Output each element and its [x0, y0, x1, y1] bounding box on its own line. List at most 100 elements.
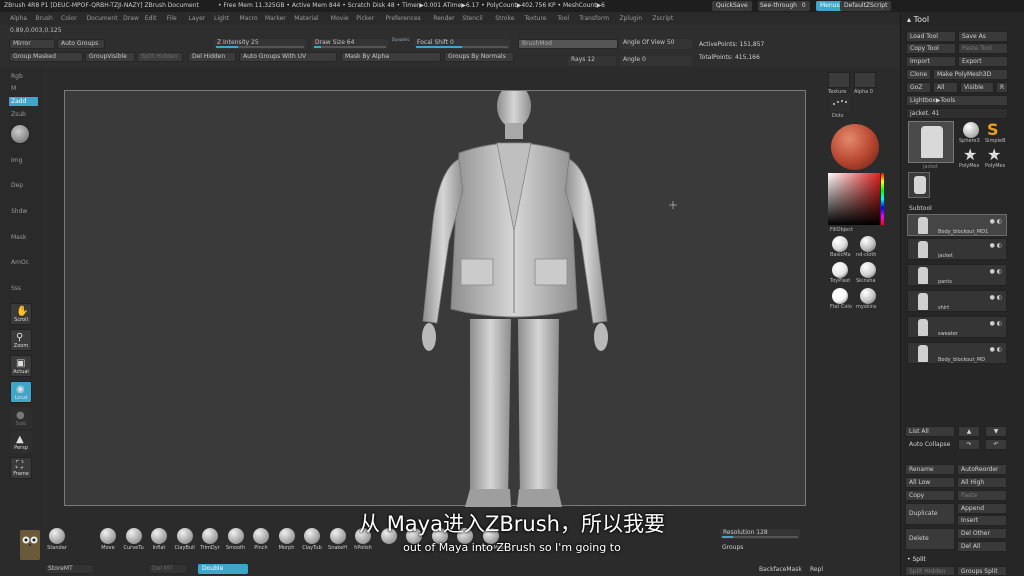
- mirror-button[interactable]: Mirror: [9, 39, 55, 49]
- simplebrush-icon[interactable]: S: [987, 120, 999, 139]
- menu-item-marker[interactable]: Marker: [265, 15, 286, 22]
- group-masked-button[interactable]: Group Masked: [9, 52, 83, 62]
- subtool-item[interactable]: jacket ● ◐: [907, 238, 1007, 260]
- menu-item-stroke[interactable]: Stroke: [495, 15, 514, 22]
- repl-button[interactable]: Repl: [810, 566, 823, 573]
- sphere3d-icon[interactable]: [963, 122, 979, 138]
- mask-by-alpha-button[interactable]: Mask By Alpha: [341, 52, 441, 62]
- double-button[interactable]: Double: [198, 564, 248, 574]
- groups-by-normals-button[interactable]: Groups By Normals: [444, 52, 514, 62]
- texture-slot[interactable]: [828, 72, 850, 88]
- menu-item-transform[interactable]: Transform: [579, 15, 609, 22]
- alpha-slot[interactable]: [854, 72, 876, 88]
- menu-item-edit[interactable]: Edit: [145, 15, 157, 22]
- goz-r-button[interactable]: R: [996, 82, 1008, 93]
- groups-split-button[interactable]: Groups Split: [957, 566, 1007, 576]
- save-as-button[interactable]: Save As: [958, 31, 1008, 42]
- menu-item-preferences[interactable]: Preferences: [386, 15, 421, 22]
- menu-item-zscript[interactable]: Zscript: [652, 15, 673, 22]
- menu-item-brush[interactable]: Brush: [36, 15, 53, 22]
- zoom-button[interactable]: ⚲ Zoom: [10, 329, 32, 351]
- sss-toggle[interactable]: Sss: [11, 285, 21, 292]
- auto-collapse-button[interactable]: Auto Collapse: [905, 439, 955, 450]
- material-sphere[interactable]: [831, 124, 879, 170]
- menu-item-document[interactable]: Document: [87, 15, 118, 22]
- lightbox-tools-button[interactable]: Lightbox▶Tools: [906, 95, 1008, 106]
- list-all-button[interactable]: List All: [905, 426, 955, 437]
- auto-groups-uv-button[interactable]: Auto Groups With UV: [239, 52, 337, 62]
- document-canvas[interactable]: [64, 90, 807, 507]
- paste-tool-button[interactable]: Paste Tool: [958, 43, 1008, 54]
- subtool-item[interactable]: pants ● ◐: [907, 264, 1007, 286]
- arrow-right-button[interactable]: ↷: [958, 439, 980, 450]
- scroll-button[interactable]: ✋ Scroll: [10, 303, 32, 325]
- menu-item-movie[interactable]: Movie: [331, 15, 349, 22]
- menu-item-render[interactable]: Render: [433, 15, 454, 22]
- export-button[interactable]: Export: [958, 56, 1008, 67]
- paste-button[interactable]: Paste: [957, 490, 1007, 501]
- visibility-eye-icon[interactable]: ● ◐: [990, 294, 1002, 301]
- copy-button[interactable]: Copy: [905, 490, 955, 501]
- subtool-header[interactable]: Subtool: [909, 205, 932, 212]
- menu-item-macro[interactable]: Macro: [240, 15, 258, 22]
- subtool-item[interactable]: Body_blockout_MD1 ● ◐: [907, 214, 1007, 236]
- z-intensity-slider[interactable]: Z Intensity 25: [214, 39, 306, 49]
- mask-toggle[interactable]: Mask: [11, 234, 26, 241]
- load-tool-button[interactable]: Load Tool: [906, 31, 956, 42]
- menu-item-picker[interactable]: Picker: [356, 15, 374, 22]
- menu-item-material[interactable]: Material: [294, 15, 318, 22]
- all-low-button[interactable]: All Low: [905, 477, 955, 488]
- del-mt-button[interactable]: Del MT: [148, 564, 188, 574]
- menu-item-alpha[interactable]: Alpha: [10, 15, 27, 22]
- auto-groups-button[interactable]: Auto Groups: [57, 39, 105, 49]
- actual-button[interactable]: ▣ Actual: [10, 355, 32, 377]
- split-section-header[interactable]: • Split: [907, 556, 926, 563]
- all-high-button[interactable]: All High: [957, 477, 1007, 488]
- subtool-item[interactable]: sweater ● ◐: [907, 316, 1007, 338]
- solo-button[interactable]: ● Solo: [10, 407, 32, 429]
- dynamic-toggle[interactable]: Dynamic: [392, 37, 410, 42]
- visibility-eye-icon[interactable]: ● ◐: [990, 320, 1002, 327]
- tool-thumb-jacket-small[interactable]: [908, 172, 930, 198]
- visibility-eye-icon[interactable]: ● ◐: [990, 346, 1002, 353]
- current-tool-thumbnail[interactable]: [908, 121, 954, 163]
- default-zscript-button[interactable]: DefaultZScript: [840, 1, 892, 11]
- move-up-button[interactable]: ▲: [958, 426, 980, 437]
- visibility-eye-icon[interactable]: ● ◐: [990, 268, 1002, 275]
- shdw-toggle[interactable]: Shdw: [11, 208, 27, 215]
- hue-strip[interactable]: [881, 173, 884, 225]
- menu-item-tool[interactable]: Tool: [557, 15, 569, 22]
- zsub-toggle[interactable]: Zsub: [11, 111, 26, 118]
- angle-slider[interactable]: Angle 0: [620, 56, 692, 66]
- brush-preview-icon[interactable]: [10, 124, 30, 144]
- clone-button[interactable]: Clone: [906, 69, 931, 80]
- fill-object-button[interactable]: FillObject: [830, 227, 853, 233]
- angle-of-view-slider[interactable]: Angle Of View 50: [620, 39, 692, 49]
- img-toggle[interactable]: Img: [11, 157, 22, 164]
- local-button[interactable]: ◉ Local: [10, 381, 32, 403]
- arrow-left-button[interactable]: ↶: [985, 439, 1007, 450]
- see-through-slider[interactable]: See-through 0: [758, 1, 810, 11]
- import-button[interactable]: Import: [906, 56, 956, 67]
- material-swatch[interactable]: [860, 262, 876, 278]
- frame-button[interactable]: ⛶ Frame: [10, 457, 32, 479]
- menu-item-draw[interactable]: Draw: [123, 15, 139, 22]
- goz-button[interactable]: GoZ: [906, 82, 931, 93]
- visibility-eye-icon[interactable]: ● ◐: [990, 242, 1002, 249]
- visibility-eye-icon[interactable]: ● ◐: [990, 218, 1002, 225]
- m-toggle[interactable]: M: [11, 85, 16, 92]
- character-model[interactable]: [65, 91, 807, 507]
- split-hidden-button[interactable]: Split Hidden: [137, 52, 183, 62]
- menu-item-light[interactable]: Light: [214, 15, 229, 22]
- menu-item-file[interactable]: File: [167, 15, 177, 22]
- rename-button[interactable]: Rename: [905, 464, 955, 475]
- del-hidden-button[interactable]: Del Hidden: [188, 52, 236, 62]
- material-swatch[interactable]: [860, 288, 876, 304]
- group-visible-button[interactable]: GroupVisible: [85, 52, 135, 62]
- brush-mod-slider[interactable]: BrushMod: [518, 39, 618, 49]
- store-mt-button[interactable]: StoreMT: [44, 564, 94, 574]
- polymesh-star-icon[interactable]: ★: [963, 145, 977, 164]
- material-swatch[interactable]: [832, 262, 848, 278]
- subtool-item[interactable]: Body_blockout_MD ● ◐: [907, 342, 1007, 364]
- goz-visible-button[interactable]: Visible: [960, 82, 994, 93]
